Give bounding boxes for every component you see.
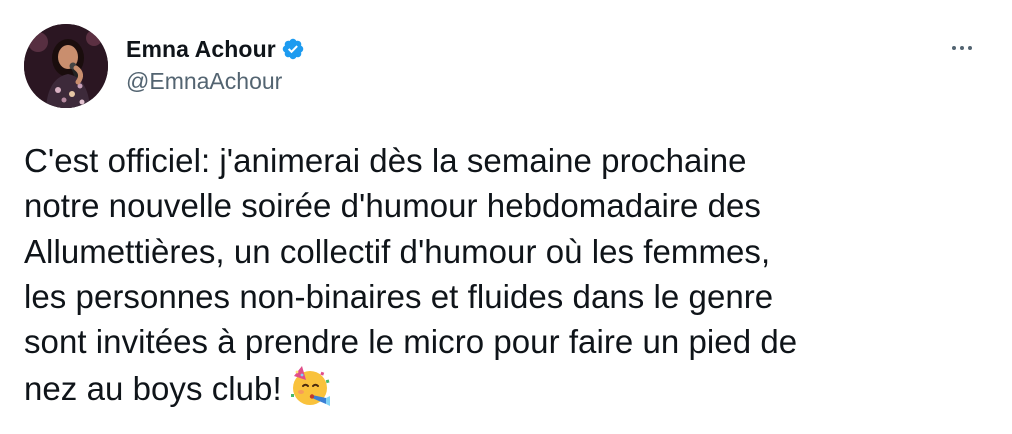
avatar[interactable] <box>24 24 108 108</box>
more-options-button[interactable] <box>946 36 978 60</box>
author-block: Emna Achour @EmnaAchour <box>126 34 305 95</box>
tweet-line: notre nouvelle soirée d'humour hebdomada… <box>24 187 761 225</box>
tweet-text: C'est officiel: j'animerai dès la semain… <box>24 138 984 412</box>
tweet-line: les personnes non-binaires et fluides da… <box>24 277 774 315</box>
tweet-line: sont invitées à prendre le micro pour fa… <box>24 323 798 361</box>
tweet-line: Allumettières, un collectif d'humour où … <box>24 232 771 270</box>
display-name[interactable]: Emna Achour <box>126 36 276 63</box>
tweet-card: Emna Achour @EmnaAchour C'est officiel: … <box>0 0 1012 434</box>
handle[interactable]: @EmnaAchour <box>126 68 305 95</box>
partying-face-emoji <box>288 364 332 408</box>
more-dot <box>968 46 972 50</box>
more-dot <box>952 46 956 50</box>
tweet-line: C'est officiel: j'animerai dès la semain… <box>24 142 747 179</box>
tweet-line-last: nez au boys club! <box>24 364 984 411</box>
name-row: Emna Achour <box>126 34 305 64</box>
verified-badge-icon <box>281 37 305 61</box>
tweet-line: nez au boys club! <box>24 370 282 408</box>
more-dot <box>960 46 964 50</box>
